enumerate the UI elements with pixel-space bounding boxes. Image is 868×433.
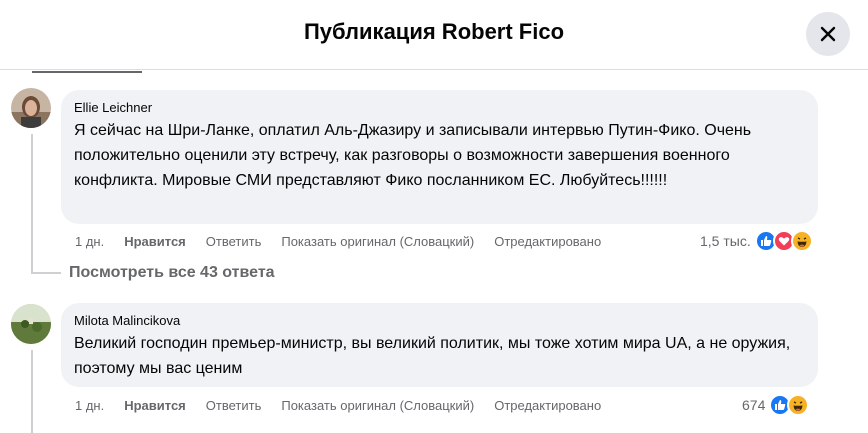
reply-button[interactable]: Ответить bbox=[206, 234, 262, 249]
reaction-count: 674 bbox=[742, 397, 766, 413]
like-button[interactable]: Нравится bbox=[124, 398, 186, 413]
thread-line bbox=[31, 350, 33, 433]
close-icon bbox=[820, 26, 836, 42]
see-original-button[interactable]: Показать оригинал (Словацкий) bbox=[281, 398, 474, 413]
haha-icon bbox=[790, 230, 813, 252]
comment-author[interactable]: Milota Malincikova bbox=[74, 312, 805, 329]
view-replies-link[interactable]: Посмотреть все 43 ответа bbox=[69, 264, 275, 282]
thread-line bbox=[31, 134, 33, 274]
comment-actions: 1 дн. Нравится Ответить Показать оригина… bbox=[75, 395, 621, 415]
comment-time[interactable]: 1 дн. bbox=[75, 398, 104, 413]
comment-bubble: Ellie Leichner Я сейчас на Шри-Ланке, оп… bbox=[61, 90, 818, 224]
avatar[interactable] bbox=[11, 304, 51, 344]
close-button[interactable] bbox=[806, 12, 850, 56]
reaction-summary[interactable]: 1,5 тыс. bbox=[700, 229, 813, 253]
comment-author[interactable]: Ellie Leichner bbox=[74, 99, 805, 116]
comment-bubble: Milota Malincikova Великий господин прем… bbox=[61, 303, 818, 387]
edited-label[interactable]: Отредактировано bbox=[494, 234, 601, 249]
scrolled-content-edge bbox=[32, 71, 142, 73]
comment-text: Я сейчас на Шри-Ланке, оплатил Аль-Джази… bbox=[74, 122, 752, 189]
reply-button[interactable]: Ответить bbox=[206, 398, 262, 413]
like-button[interactable]: Нравится bbox=[124, 234, 186, 249]
comment-time[interactable]: 1 дн. bbox=[75, 234, 104, 249]
haha-icon bbox=[787, 394, 810, 416]
reaction-count: 1,5 тыс. bbox=[700, 233, 751, 249]
dialog-header: Публикация Robert Fico bbox=[0, 0, 868, 70]
thread-connector bbox=[31, 272, 61, 274]
dialog-title: Публикация Robert Fico bbox=[303, 19, 565, 44]
comment-actions: 1 дн. Нравится Ответить Показать оригина… bbox=[75, 231, 621, 251]
see-original-button[interactable]: Показать оригинал (Словацкий) bbox=[281, 234, 474, 249]
edited-label[interactable]: Отредактировано bbox=[494, 398, 601, 413]
avatar[interactable] bbox=[11, 88, 51, 128]
reaction-summary[interactable]: 674 bbox=[742, 393, 810, 417]
comment-text: Великий господин премьер-министр, вы вел… bbox=[74, 335, 791, 377]
